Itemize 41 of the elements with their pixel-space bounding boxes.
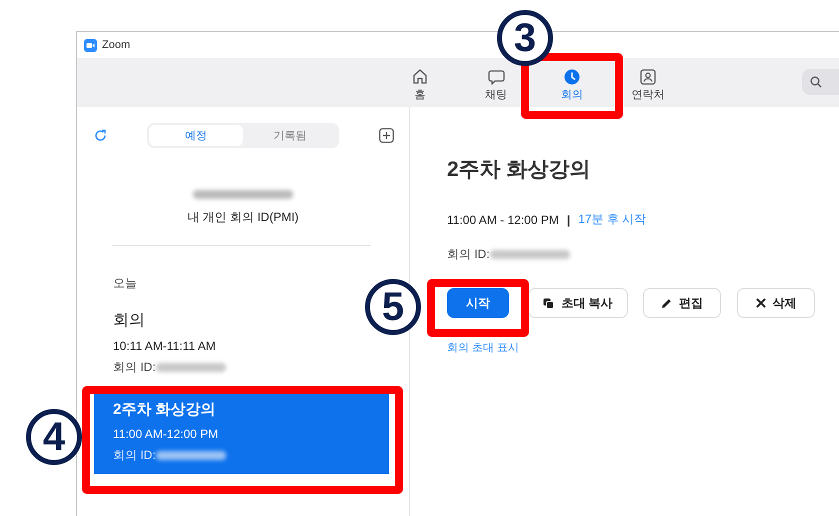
meeting-heading: 2주차 화상강의 bbox=[447, 157, 591, 183]
segment-tab[interactable]: 기록됨 bbox=[243, 125, 337, 146]
contact-card-icon bbox=[640, 69, 656, 85]
countdown-text: 17분 후 시작 bbox=[578, 211, 646, 228]
start-button[interactable]: 시작 bbox=[447, 288, 509, 318]
nav-tab[interactable]: 회의 bbox=[554, 69, 590, 102]
blurred-id bbox=[156, 451, 226, 460]
step-number: 4 bbox=[26, 409, 82, 465]
meeting-time: 10:11 AM-11:11 AM bbox=[113, 339, 216, 353]
video-camera-icon bbox=[84, 38, 97, 52]
close-icon bbox=[756, 298, 766, 308]
meeting-id-label: 회의 ID: bbox=[113, 359, 156, 376]
action-button[interactable]: 삭제 bbox=[737, 288, 815, 318]
clock-icon bbox=[564, 69, 580, 85]
home-icon bbox=[412, 68, 428, 85]
speech-bubble-icon bbox=[488, 69, 504, 85]
meeting-title: 2주차 화상강의 bbox=[113, 400, 216, 419]
nav-tab[interactable]: 채팅 bbox=[478, 69, 514, 102]
step-number: 3 bbox=[497, 10, 553, 66]
pmi-label: 내 개인 회의 ID(PMI) bbox=[187, 209, 299, 226]
segment-tab[interactable]: 예정 bbox=[149, 125, 243, 146]
search-button[interactable] bbox=[802, 69, 839, 95]
window-title: Zoom bbox=[102, 39, 130, 51]
meeting-time: 11:00 AM-12:00 PM bbox=[113, 427, 218, 441]
nav-tab[interactable]: 연락처 bbox=[630, 69, 666, 102]
meeting-time: 11:00 AM - 12:00 PM bbox=[447, 212, 559, 226]
separator: | bbox=[566, 212, 570, 226]
section-heading: 오늘 bbox=[113, 275, 137, 292]
search-icon bbox=[810, 76, 822, 88]
nav-tab[interactable]: 홈 bbox=[402, 68, 438, 102]
pencil-icon bbox=[661, 298, 672, 308]
add-icon[interactable] bbox=[379, 128, 394, 143]
refresh-icon[interactable] bbox=[94, 129, 107, 142]
copy-icon bbox=[543, 298, 554, 308]
meeting-id-label: 회의 ID: bbox=[113, 447, 156, 464]
action-button[interactable]: 초대 복사 bbox=[528, 288, 628, 318]
action-button[interactable]: 편집 bbox=[643, 288, 721, 318]
meeting-id-label: 회의 ID: bbox=[447, 246, 490, 263]
meeting-title: 회의 bbox=[113, 311, 145, 331]
blurred-id bbox=[156, 363, 226, 372]
selected-meeting-item[interactable]: 2주차 화상강의 11:00 AM-12:00 PM 회의 ID: bbox=[94, 392, 389, 474]
